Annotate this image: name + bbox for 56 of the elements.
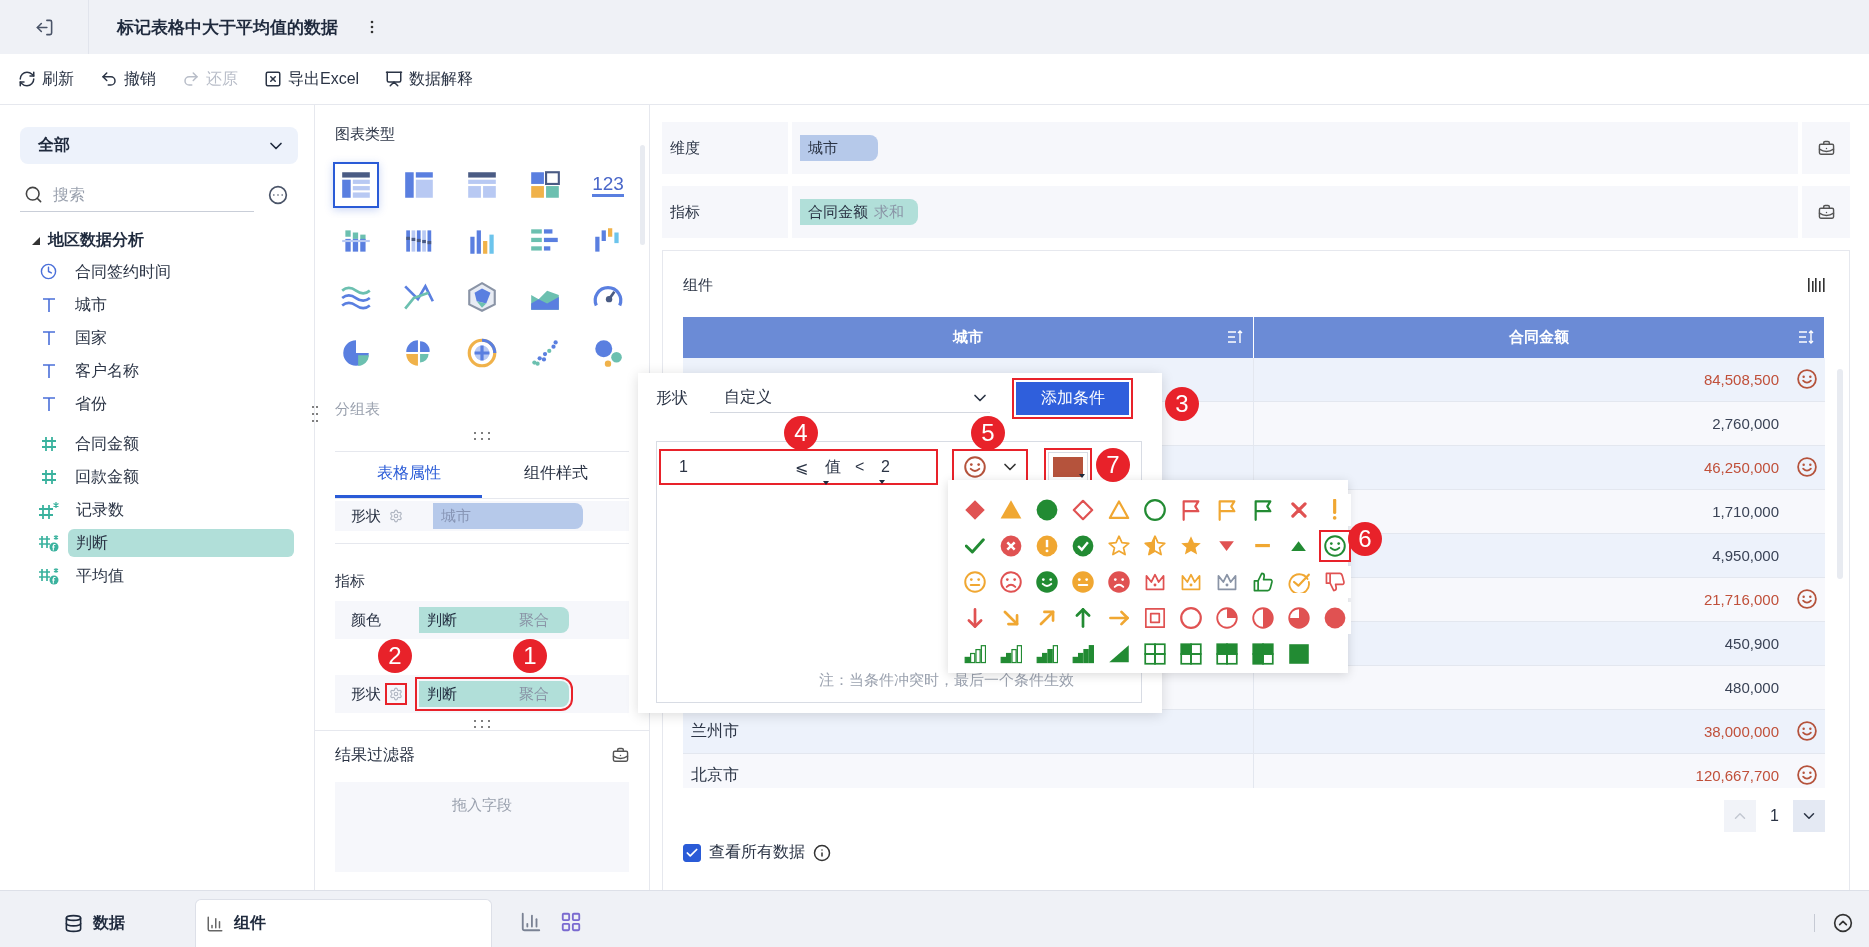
table-cell: 84,508,500 (1703, 371, 1779, 388)
tab[interactable]: 组件样式 (482, 452, 629, 498)
search-input[interactable]: 搜索 (51, 184, 231, 205)
table-cell: 1,710,000 (1712, 503, 1779, 520)
tab[interactable]: 表格属性 (335, 452, 482, 498)
field-item[interactable]: 国家 (67, 323, 294, 352)
field-chip[interactable]: 城市 (800, 135, 878, 161)
chart-type-name: 分组表 (335, 400, 381, 419)
toolbar-button[interactable]: 撤销 (100, 68, 156, 90)
field-item[interactable]: 回款金额 (67, 462, 294, 491)
drop-zone: 拖入字段 (335, 782, 629, 872)
property-label: 形状 (351, 506, 382, 526)
field-chip[interactable]: 判断 聚合 (419, 607, 569, 633)
popup-label: 形状 (656, 387, 688, 408)
page-number: 1 (1770, 807, 1779, 825)
toolbar-button[interactable]: 数据解释 (385, 68, 474, 90)
field-item[interactable]: 平均值 (68, 561, 294, 590)
callout-badge: 2 (378, 639, 412, 673)
field-item[interactable]: 城市 (67, 290, 294, 319)
panel-title: 组件 (683, 275, 713, 295)
bottom-tab[interactable]: 数据 (0, 899, 195, 947)
table-cell: 120,667,700 (1695, 767, 1779, 784)
field-item[interactable]: 省份 (67, 389, 294, 418)
field-item[interactable]: 记录数 (68, 495, 294, 524)
field-item[interactable]: 判断 (68, 528, 294, 557)
property-label: 颜色 (351, 610, 382, 630)
table-cell: 4,950,000 (1712, 547, 1779, 564)
mode-select[interactable]: 自定义 (710, 383, 990, 413)
table-cell: 2,760,000 (1712, 415, 1779, 432)
section-title: 结果过滤器 (335, 745, 415, 765)
bottom-tab[interactable]: 组件 (195, 899, 492, 947)
table-cell: 46,250,000 (1703, 459, 1779, 476)
property-label: 形状 (351, 684, 382, 704)
note-text: 注：当条件冲突时，最后一个条件生效 (817, 671, 1075, 690)
table-cell: 450,900 (1724, 635, 1779, 652)
section-title: 图表类型 (335, 125, 396, 144)
shelf-label: 维度 (662, 122, 788, 174)
field-item[interactable]: 合同签约时间 (67, 257, 294, 286)
checkbox-label: 查看所有数据 (709, 842, 805, 862)
section-title: 指标 (335, 572, 366, 591)
field-chip[interactable]: 合同金额 求和 (800, 199, 918, 225)
scope-dropdown[interactable]: 全部 (20, 127, 298, 164)
toolbar-button[interactable]: 刷新 (18, 68, 74, 90)
table-cell: 38,000,000 (1703, 723, 1779, 740)
tree-group[interactable]: 地区数据分析 (32, 230, 144, 251)
search-field[interactable]: 搜索 (20, 178, 254, 212)
toolbar-button[interactable]: 导出Excel (264, 68, 360, 90)
field-item[interactable]: 客户名称 (67, 356, 294, 385)
table-cell: 北京市 (683, 754, 1254, 788)
table-cell: 21,716,000 (1703, 591, 1779, 608)
page-title: 标记表格中大于平均值的数据 (117, 16, 338, 39)
callout-badge: 1 (513, 639, 547, 673)
shelf-label: 指标 (662, 186, 788, 238)
condition-field[interactable]: 1 ⩽ 值 < 2 (661, 451, 936, 483)
table-cell: 480,000 (1724, 679, 1779, 696)
field-item[interactable]: 合同金额 (67, 429, 294, 458)
